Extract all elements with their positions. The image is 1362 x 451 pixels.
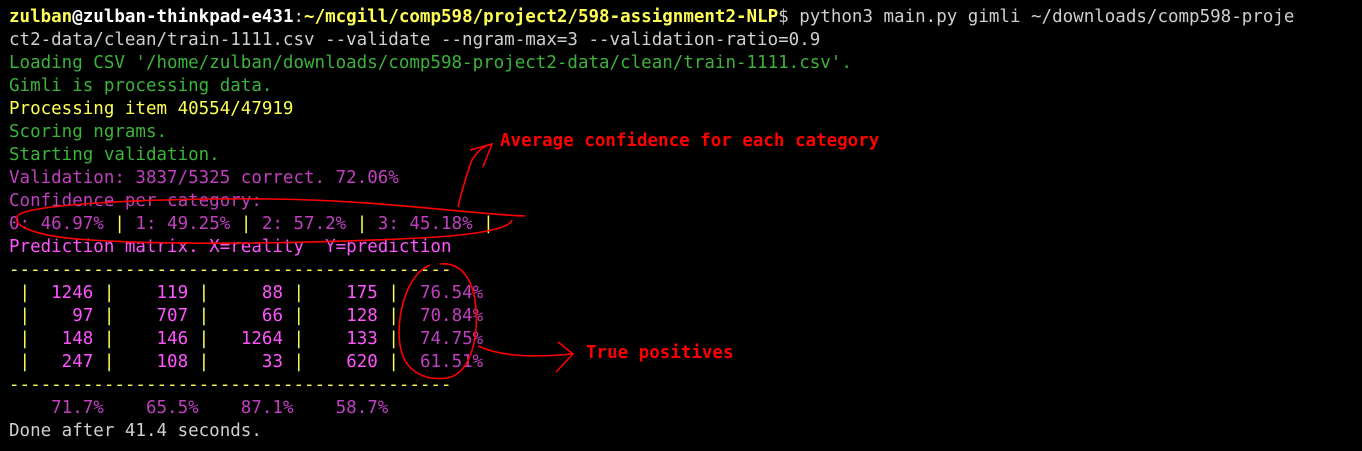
column-percent: 58.7% [304,398,399,418]
matrix-separator: | [93,329,136,349]
confidence-separator: | [483,214,494,234]
done-line: Done after 41.4 seconds. [9,421,262,441]
command-line-2: ct2-data/clean/train-1111.csv --validate… [9,30,821,50]
matrix-cell: 88 [230,283,283,303]
row-percent: 70.84% [419,306,484,326]
matrix-divider-top: ----------------------------------------… [9,260,452,280]
matrix-separator: | [9,306,41,326]
true-positive-annotation: True positives [586,343,734,363]
matrix-separator: | [93,283,136,303]
loading-line: Loading CSV '/home/zulban/downloads/comp… [9,53,852,73]
matrix-separator: | [188,329,231,349]
matrix-cell: 119 [135,283,189,303]
prompt-at: @ [72,7,83,27]
confidence-cat-1: 1: 49.25% [124,214,241,234]
confidence-annotation: Average confidence for each category [500,131,880,151]
matrix-cell: 247 [40,352,94,372]
command-line-1: zulban@zulban-thinkpad-e431:~/mcgill/com… [9,6,1362,29]
matrix-separator: | [188,306,231,326]
confidence-header: Confidence per category: [9,191,262,211]
prompt-user: zulban [9,7,73,27]
prompt-colon: : [293,7,305,27]
confidence-separator: | [356,214,368,234]
matrix-separator: | [188,352,231,372]
prompt-host: zulban-thinkpad-e431 [82,7,294,27]
command-text: python3 main.py gimli ~/downloads/comp59… [799,7,1295,27]
matrix-cell: 175 [325,283,378,303]
matrix-cell: 146 [135,329,189,349]
prompt-path: ~/mcgill/comp598/project2/598-assignment… [304,7,779,27]
matrix-cell: 1264 [230,329,283,349]
row-percent: 74.75% [419,329,484,349]
row-percent: 61.51% [419,352,484,372]
matrix-cell: 97 [40,306,94,326]
matrix-separator: | [282,306,326,326]
matrix-header: Prediction matrix. X=reality Y=predictio… [9,237,452,257]
column-percent: 65.5% [114,398,210,418]
confidence-cat-2: 2: 57.2% [251,214,357,234]
matrix-cell: 128 [325,306,378,326]
matrix-separator: | [9,283,41,303]
matrix-separator: | [9,352,41,372]
matrix-separator: | [93,352,136,372]
matrix-cell: 1246 [40,283,94,303]
matrix-separator: | [188,283,231,303]
matrix-cell: 33 [230,352,283,372]
matrix-cell: 148 [40,329,94,349]
matrix-cell: 707 [135,306,189,326]
prompt-dollar: $ [778,7,800,27]
validation-line: Validation: 3837/5325 correct. 72.06% [9,168,399,188]
matrix-separator: | [377,329,420,349]
column-percents: 71.7% 65.5% 87.1% 58.7% [9,397,1362,420]
row-percent: 76.54% [419,283,484,303]
matrix-row: | 97 | 707 | 66 | 128 | 70.84% [9,305,1362,328]
processing-item-line: Processing item 40554/47919 [9,99,294,119]
confidence-separator: | [240,214,252,234]
matrix-row: | 1246 | 119 | 88 | 175 | 76.54% [9,282,1362,305]
matrix-cell: 108 [135,352,189,372]
matrix-separator: | [377,306,420,326]
confidence-cat-3: 3: 45.18% [367,214,484,234]
confidence-cat-0: 0: 46.97% [9,214,115,234]
matrix-cell: 620 [325,352,378,372]
column-percent: 71.7% [9,398,115,418]
column-percent: 87.1% [209,398,305,418]
matrix-separator: | [93,306,136,326]
matrix-separator: | [282,283,326,303]
matrix-separator: | [377,352,420,372]
matrix-separator: | [9,329,41,349]
processing-data-line: Gimli is processing data. [9,76,273,96]
matrix-separator: | [282,352,326,372]
matrix-divider-bottom: ----------------------------------------… [9,375,452,395]
matrix-cell: 66 [230,306,283,326]
terminal-output: zulban@zulban-thinkpad-e431:~/mcgill/com… [9,6,1362,443]
confidence-separator: | [114,214,125,234]
matrix-separator: | [377,283,420,303]
matrix-separator: | [282,329,326,349]
matrix-cell: 133 [325,329,378,349]
confidence-line: 0: 46.97% | 1: 49.25% | 2: 57.2% | 3: 45… [9,213,1362,236]
